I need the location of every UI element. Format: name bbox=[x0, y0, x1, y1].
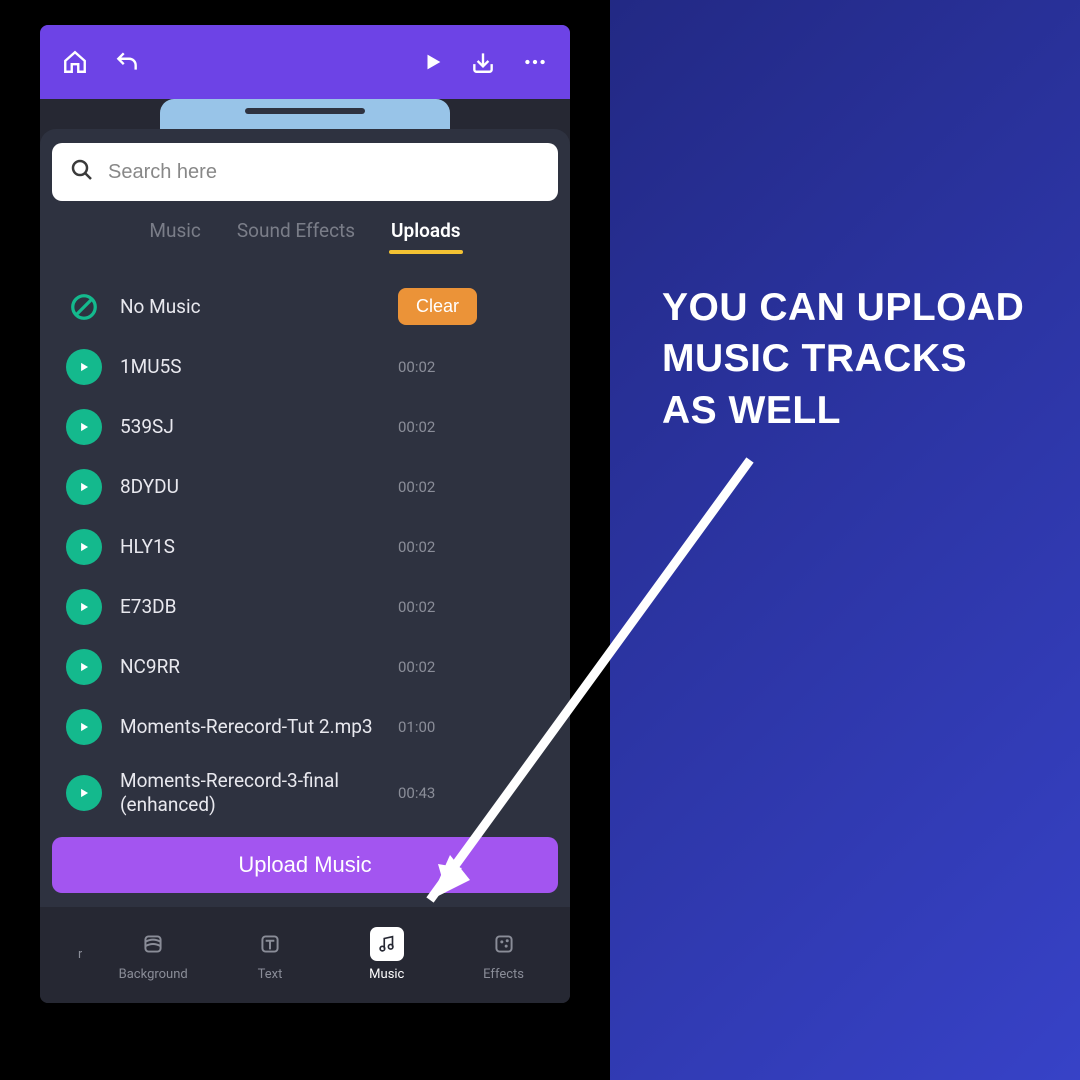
track-title: 1MU5S bbox=[120, 355, 380, 379]
track-row[interactable]: 8DYDU 00:02 bbox=[66, 457, 544, 517]
track-row[interactable]: 1MU5S 00:02 bbox=[66, 337, 544, 397]
undo-icon[interactable] bbox=[114, 49, 140, 75]
track-row[interactable]: NC9RR 00:02 bbox=[66, 637, 544, 697]
search-icon bbox=[70, 158, 94, 186]
track-title: HLY1S bbox=[120, 535, 380, 559]
track-row[interactable]: E73DB 00:02 bbox=[66, 577, 544, 637]
nav-label-partial: r bbox=[78, 947, 82, 962]
track-title: E73DB bbox=[120, 595, 380, 619]
topbar-right-group bbox=[422, 49, 548, 75]
nav-label: Music bbox=[369, 967, 404, 982]
app-topbar bbox=[40, 25, 570, 99]
track-duration: 01:00 bbox=[398, 718, 435, 736]
track-row[interactable]: Moments-Rerecord-Tut 2.mp3 01:00 bbox=[66, 697, 544, 757]
nav-effects[interactable]: Effects bbox=[458, 927, 550, 982]
effects-icon bbox=[487, 927, 521, 961]
track-title: Moments-Rerecord-3-final (enhanced) bbox=[120, 769, 380, 817]
play-button-icon[interactable] bbox=[66, 469, 102, 505]
music-icon bbox=[370, 927, 404, 961]
nav-music[interactable]: Music bbox=[341, 927, 433, 982]
topbar-left-group bbox=[62, 49, 140, 75]
play-button-icon[interactable] bbox=[66, 649, 102, 685]
play-button-icon[interactable] bbox=[66, 409, 102, 445]
play-button-icon[interactable] bbox=[66, 529, 102, 565]
track-row[interactable]: Moments-Rerecord-3-final (enhanced) 00:4… bbox=[66, 757, 544, 829]
no-music-label: No Music bbox=[120, 295, 380, 319]
drag-handle-icon bbox=[245, 108, 365, 114]
nav-label: Background bbox=[119, 967, 188, 982]
tab-uploads[interactable]: Uploads bbox=[391, 219, 461, 252]
tab-music[interactable]: Music bbox=[149, 219, 200, 252]
nav-text[interactable]: Text bbox=[224, 927, 316, 982]
track-duration: 00:43 bbox=[398, 784, 435, 802]
callout-text: YOU CAN UPLOAD MUSIC TRACKS AS WELL bbox=[662, 282, 1024, 436]
play-icon[interactable] bbox=[422, 51, 444, 73]
play-button-icon[interactable] bbox=[66, 349, 102, 385]
track-duration: 00:02 bbox=[398, 598, 435, 616]
phone-frame: Music Sound Effects Uploads No Music Cle… bbox=[0, 0, 610, 1080]
nav-label: Text bbox=[258, 967, 283, 982]
clear-button[interactable]: Clear bbox=[398, 288, 477, 325]
no-music-icon bbox=[66, 289, 102, 325]
tab-sound-effects[interactable]: Sound Effects bbox=[237, 219, 355, 252]
layers-icon bbox=[136, 927, 170, 961]
track-list[interactable]: No Music Clear 1MU5S 00:02 539SJ 00:02 8… bbox=[52, 262, 558, 829]
upload-music-button[interactable]: Upload Music bbox=[52, 837, 558, 893]
play-button-icon[interactable] bbox=[66, 589, 102, 625]
track-duration: 00:02 bbox=[398, 358, 435, 376]
music-panel: Music Sound Effects Uploads No Music Cle… bbox=[40, 129, 570, 907]
preview-strip bbox=[40, 99, 570, 129]
play-button-icon[interactable] bbox=[66, 775, 102, 811]
nav-label: Effects bbox=[483, 967, 524, 982]
track-duration: 00:02 bbox=[398, 418, 435, 436]
download-icon[interactable] bbox=[470, 49, 496, 75]
track-title: 539SJ bbox=[120, 415, 380, 439]
play-button-icon[interactable] bbox=[66, 709, 102, 745]
track-title: Moments-Rerecord-Tut 2.mp3 bbox=[120, 715, 380, 739]
tab-bar: Music Sound Effects Uploads bbox=[52, 219, 558, 262]
callout-line: AS WELL bbox=[662, 385, 1024, 436]
home-icon[interactable] bbox=[62, 49, 88, 75]
search-bar[interactable] bbox=[52, 143, 558, 201]
bottom-nav: r Background Text Music bbox=[40, 907, 570, 1003]
track-title: NC9RR bbox=[120, 655, 380, 679]
track-row[interactable]: 539SJ 00:02 bbox=[66, 397, 544, 457]
text-icon bbox=[253, 927, 287, 961]
no-music-row[interactable]: No Music Clear bbox=[66, 276, 544, 337]
track-row[interactable]: HLY1S 00:02 bbox=[66, 517, 544, 577]
nav-background[interactable]: Background bbox=[107, 927, 199, 982]
callout-line: YOU CAN UPLOAD bbox=[662, 282, 1024, 333]
track-duration: 00:02 bbox=[398, 658, 435, 676]
callout-line: MUSIC TRACKS bbox=[662, 333, 1024, 384]
track-duration: 00:02 bbox=[398, 538, 435, 556]
track-duration: 00:02 bbox=[398, 478, 435, 496]
search-input[interactable] bbox=[108, 161, 540, 184]
more-icon[interactable] bbox=[522, 49, 548, 75]
nav-partial[interactable]: r bbox=[60, 947, 82, 962]
sheet-handle-area[interactable] bbox=[160, 99, 450, 129]
track-title: 8DYDU bbox=[120, 475, 380, 499]
app-screen: Music Sound Effects Uploads No Music Cle… bbox=[40, 25, 570, 1003]
